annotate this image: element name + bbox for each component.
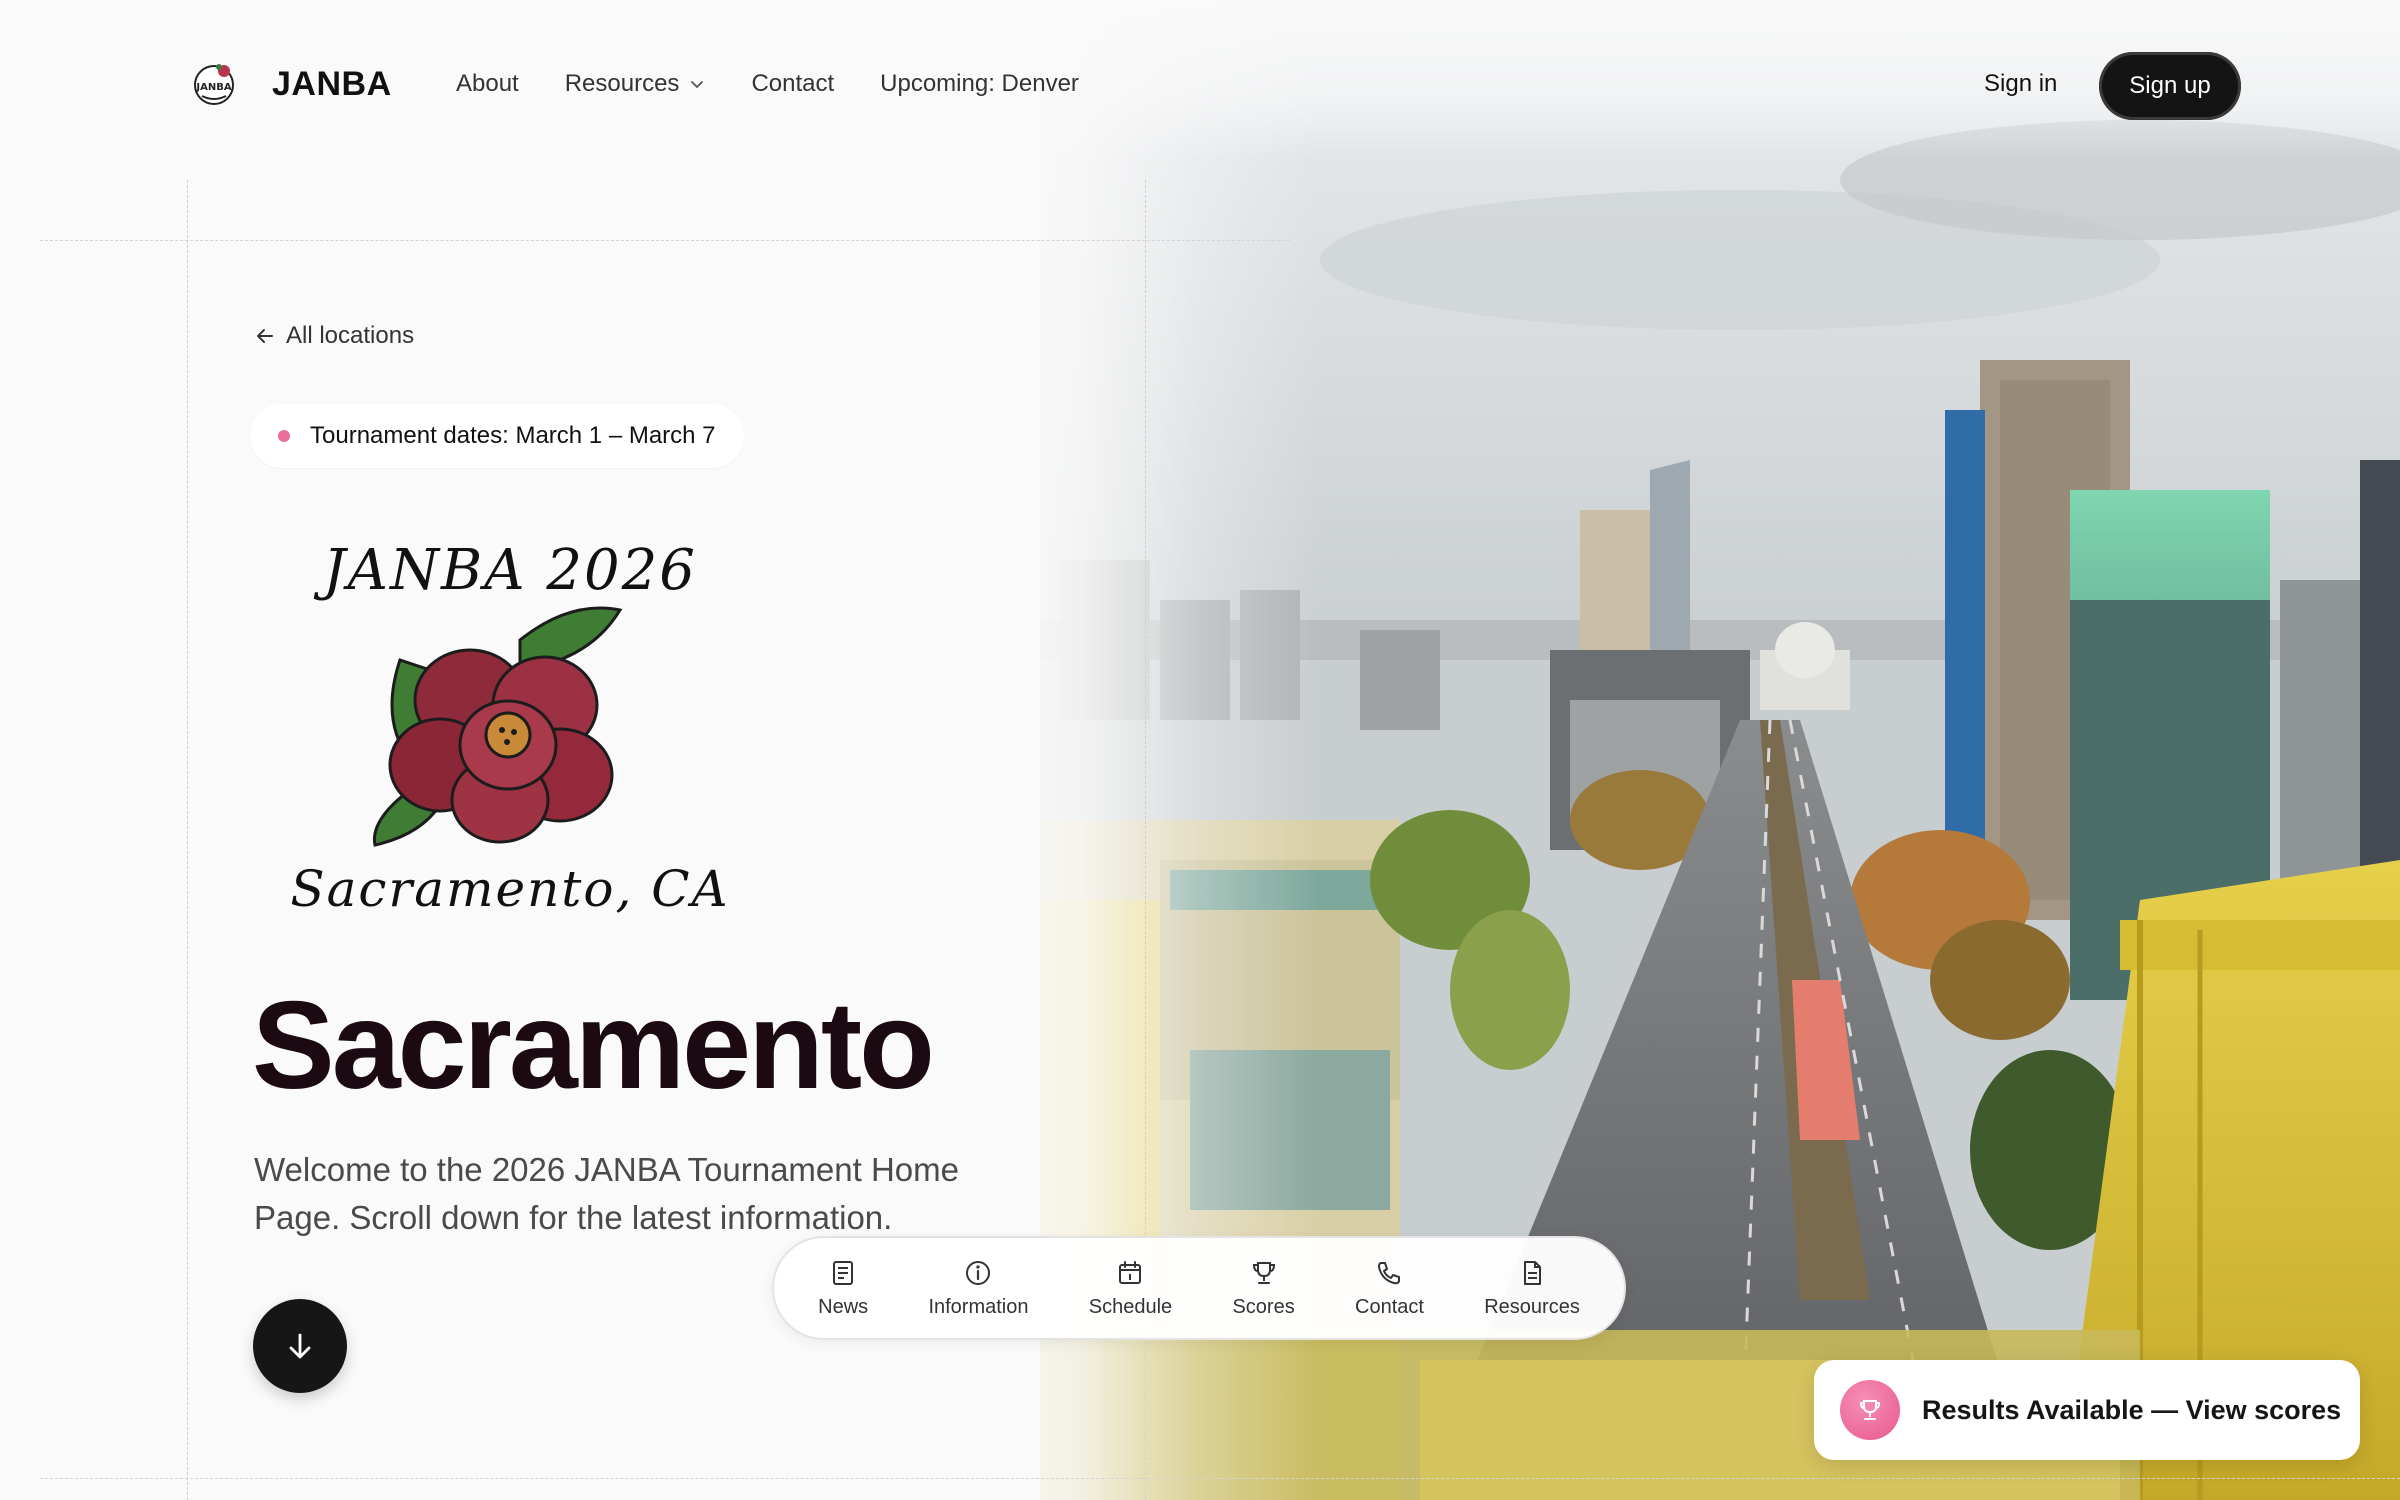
dock-item-label: Information (928, 1295, 1029, 1318)
event-logo: JANBA 2026 Sacramento, CA (280, 538, 740, 918)
nav-label: Resources (564, 70, 680, 97)
dock-item-information[interactable]: Information (920, 1258, 1036, 1319)
arrow-down-icon (289, 1333, 311, 1359)
nav-item-contact[interactable]: Contact (751, 70, 834, 98)
all-locations-label: All locations (286, 322, 415, 349)
dock-item-label: Resources (1484, 1295, 1580, 1318)
dock-item-label: Scores (1232, 1295, 1295, 1318)
dock-item-schedule[interactable]: Schedule (1081, 1258, 1180, 1319)
nav-item-about[interactable]: About (456, 70, 519, 98)
dock-item-news[interactable]: News (810, 1258, 876, 1319)
toast-text: Results Available — View scores (1922, 1394, 2342, 1425)
dock-item-scores[interactable]: Scores (1224, 1258, 1302, 1319)
event-logo-year-text: JANBA 2026 (323, 538, 697, 603)
guide-line-bottom (40, 1478, 2400, 1479)
arrow-left-icon (257, 329, 273, 343)
nav-label: Upcoming: Denver (880, 70, 1079, 97)
all-locations-link[interactable]: All locations (254, 322, 414, 350)
welcome-text: Welcome to the 2026 JANBA Tournament Hom… (254, 1151, 959, 1236)
scroll-down-button[interactable] (253, 1299, 347, 1393)
tournament-dates-text: Tournament dates: March 1 – March 7 (310, 422, 716, 449)
dock-item-resources[interactable]: Resources (1476, 1258, 1588, 1319)
info-icon (966, 1260, 991, 1285)
chevron-down-icon (691, 81, 704, 89)
event-logo-location-text: Sacramento, CA (290, 860, 730, 918)
svg-text:JANBA: JANBA (195, 82, 231, 93)
guide-line-left (187, 180, 188, 1500)
dock-item-label: News (818, 1295, 869, 1318)
status-dot (278, 430, 290, 442)
nav-label: Contact (751, 70, 835, 97)
main-nav: About Resources Contact Upcoming: Denver (456, 70, 1125, 98)
document-icon (1524, 1260, 1542, 1285)
toast-badge (1840, 1380, 1900, 1440)
dock-item-contact[interactable]: Contact (1347, 1258, 1432, 1319)
guide-line-top (40, 240, 1290, 241)
results-toast[interactable]: Results Available — View scores (1814, 1360, 2360, 1460)
trophy-icon (1252, 1261, 1275, 1284)
camellia-flower-illustration (372, 606, 623, 847)
site-header: JANBA JANBA About Resources Contact Upco… (0, 0, 2400, 172)
section-dock-nav: News Information Schedule Scores Contact… (772, 1236, 1626, 1340)
sign-up-button[interactable]: Sign up (2099, 52, 2241, 120)
phone-icon (1378, 1261, 1401, 1284)
newspaper-icon (833, 1260, 854, 1285)
janba-logo-icon: JANBA (194, 64, 234, 105)
sign-in-link[interactable]: Sign in (1984, 70, 2057, 98)
calendar-icon (1119, 1260, 1142, 1284)
tournament-dates-badge: Tournament dates: March 1 – March 7 (250, 404, 744, 468)
nav-label: About (456, 70, 519, 97)
page-title: Sacramento (252, 977, 935, 1115)
brand-name: JANBA (272, 64, 392, 103)
dock-item-label: Contact (1355, 1295, 1424, 1318)
dock-item-label: Schedule (1088, 1295, 1173, 1318)
home-logo-link[interactable]: JANBA JANBA (190, 60, 392, 108)
nav-item-resources[interactable]: Resources (565, 70, 706, 98)
trophy-icon (1859, 1400, 1881, 1420)
nav-item-upcoming[interactable]: Upcoming: Denver (880, 70, 1079, 98)
